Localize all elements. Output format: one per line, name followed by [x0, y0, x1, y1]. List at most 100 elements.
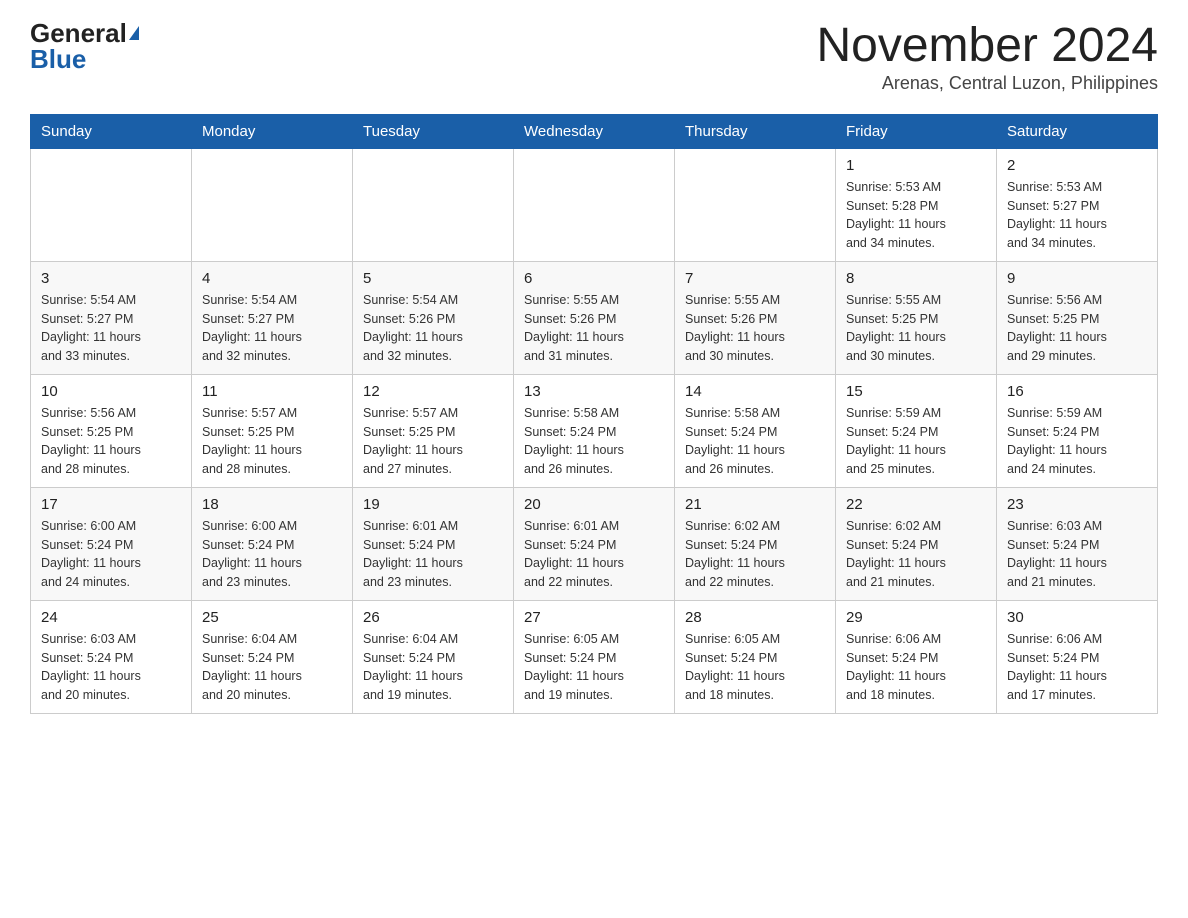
month-title: November 2024: [816, 20, 1158, 73]
calendar-cell: 17 Sunrise: 6:00 AM Sunset: 5:24 PM Dayli…: [31, 487, 192, 600]
day-info: Sunrise: 5:56 AM Sunset: 5:25 PM Dayligh…: [1007, 291, 1147, 366]
logo-triangle-icon: [129, 26, 139, 40]
calendar-cell: [192, 148, 353, 261]
day-info: Sunrise: 5:57 AM Sunset: 5:25 PM Dayligh…: [202, 404, 342, 479]
logo-blue-text: Blue: [30, 46, 86, 72]
day-number: 25: [202, 609, 342, 626]
calendar-cell: 29 Sunrise: 6:06 AM Sunset: 5:24 PM Dayli…: [836, 600, 997, 713]
day-number: 23: [1007, 496, 1147, 513]
day-info: Sunrise: 5:57 AM Sunset: 5:25 PM Dayligh…: [363, 404, 503, 479]
title-block: November 2024 Arenas, Central Luzon, Phi…: [816, 20, 1158, 94]
logo: General Blue: [30, 20, 139, 72]
day-info: Sunrise: 6:06 AM Sunset: 5:24 PM Dayligh…: [1007, 630, 1147, 705]
calendar-week-row: 1Sunrise: 5:53 AM Sunset: 5:28 PM Daylig…: [31, 148, 1158, 261]
day-number: 22: [846, 496, 986, 513]
day-info: Sunrise: 6:04 AM Sunset: 5:24 PM Dayligh…: [202, 630, 342, 705]
calendar-cell: 16 Sunrise: 5:59 AM Sunset: 5:24 PM Dayli…: [997, 374, 1158, 487]
day-number: 20: [524, 496, 664, 513]
day-number: 24: [41, 609, 181, 626]
calendar-week-row: 3Sunrise: 5:54 AM Sunset: 5:27 PM Daylig…: [31, 261, 1158, 374]
calendar-header-monday: Monday: [192, 114, 353, 148]
day-number: 12: [363, 383, 503, 400]
day-info: Sunrise: 6:03 AM Sunset: 5:24 PM Dayligh…: [41, 630, 181, 705]
calendar-week-row: 24 Sunrise: 6:03 AM Sunset: 5:24 PM Dayli…: [31, 600, 1158, 713]
day-number: 11: [202, 383, 342, 400]
day-info: Sunrise: 6:01 AM Sunset: 5:24 PM Dayligh…: [363, 517, 503, 592]
day-info: Sunrise: 6:00 AM Sunset: 5:24 PM Dayligh…: [41, 517, 181, 592]
day-info: Sunrise: 6:03 AM Sunset: 5:24 PM Dayligh…: [1007, 517, 1147, 592]
calendar-cell: 6Sunrise: 5:55 AM Sunset: 5:26 PM Daylig…: [514, 261, 675, 374]
calendar-cell: 19 Sunrise: 6:01 AM Sunset: 5:24 PM Dayli…: [353, 487, 514, 600]
day-number: 18: [202, 496, 342, 513]
day-info: Sunrise: 5:59 AM Sunset: 5:24 PM Dayligh…: [1007, 404, 1147, 479]
calendar-header-thursday: Thursday: [675, 114, 836, 148]
day-info: Sunrise: 5:55 AM Sunset: 5:26 PM Dayligh…: [524, 291, 664, 366]
calendar-cell: 1Sunrise: 5:53 AM Sunset: 5:28 PM Daylig…: [836, 148, 997, 261]
day-info: Sunrise: 5:58 AM Sunset: 5:24 PM Dayligh…: [524, 404, 664, 479]
calendar-cell: 24 Sunrise: 6:03 AM Sunset: 5:24 PM Dayli…: [31, 600, 192, 713]
calendar-cell: [514, 148, 675, 261]
day-info: Sunrise: 6:02 AM Sunset: 5:24 PM Dayligh…: [846, 517, 986, 592]
day-number: 9: [1007, 270, 1147, 287]
day-number: 14: [685, 383, 825, 400]
day-number: 13: [524, 383, 664, 400]
day-info: Sunrise: 5:56 AM Sunset: 5:25 PM Dayligh…: [41, 404, 181, 479]
day-number: 7: [685, 270, 825, 287]
day-number: 1: [846, 157, 986, 174]
calendar-cell: 8Sunrise: 5:55 AM Sunset: 5:25 PM Daylig…: [836, 261, 997, 374]
calendar-header-tuesday: Tuesday: [353, 114, 514, 148]
day-info: Sunrise: 6:06 AM Sunset: 5:24 PM Dayligh…: [846, 630, 986, 705]
day-info: Sunrise: 6:05 AM Sunset: 5:24 PM Dayligh…: [524, 630, 664, 705]
calendar-cell: 26Sunrise: 6:04 AM Sunset: 5:24 PM Dayli…: [353, 600, 514, 713]
day-number: 17: [41, 496, 181, 513]
day-number: 2: [1007, 157, 1147, 174]
calendar-cell: 11 Sunrise: 5:57 AM Sunset: 5:25 PM Dayli…: [192, 374, 353, 487]
calendar-cell: 12 Sunrise: 5:57 AM Sunset: 5:25 PM Dayli…: [353, 374, 514, 487]
day-info: Sunrise: 5:55 AM Sunset: 5:25 PM Dayligh…: [846, 291, 986, 366]
day-info: Sunrise: 5:59 AM Sunset: 5:24 PM Dayligh…: [846, 404, 986, 479]
calendar-cell: 14Sunrise: 5:58 AM Sunset: 5:24 PM Dayli…: [675, 374, 836, 487]
calendar-cell: 5 Sunrise: 5:54 AM Sunset: 5:26 PM Daylig…: [353, 261, 514, 374]
calendar-cell: 30 Sunrise: 6:06 AM Sunset: 5:24 PM Dayli…: [997, 600, 1158, 713]
calendar-cell: 9 Sunrise: 5:56 AM Sunset: 5:25 PM Daylig…: [997, 261, 1158, 374]
day-number: 26: [363, 609, 503, 626]
calendar-week-row: 10Sunrise: 5:56 AM Sunset: 5:25 PM Dayli…: [31, 374, 1158, 487]
calendar-header-saturday: Saturday: [997, 114, 1158, 148]
calendar-cell: 28Sunrise: 6:05 AM Sunset: 5:24 PM Dayli…: [675, 600, 836, 713]
calendar-cell: 22 Sunrise: 6:02 AM Sunset: 5:24 PM Dayli…: [836, 487, 997, 600]
calendar-header-wednesday: Wednesday: [514, 114, 675, 148]
day-number: 29: [846, 609, 986, 626]
calendar-cell: 21Sunrise: 6:02 AM Sunset: 5:24 PM Dayli…: [675, 487, 836, 600]
calendar-cell: [31, 148, 192, 261]
day-info: Sunrise: 6:02 AM Sunset: 5:24 PM Dayligh…: [685, 517, 825, 592]
calendar-week-row: 17 Sunrise: 6:00 AM Sunset: 5:24 PM Dayli…: [31, 487, 1158, 600]
day-info: Sunrise: 5:54 AM Sunset: 5:27 PM Dayligh…: [41, 291, 181, 366]
day-info: Sunrise: 5:53 AM Sunset: 5:27 PM Dayligh…: [1007, 178, 1147, 253]
calendar-cell: 3Sunrise: 5:54 AM Sunset: 5:27 PM Daylig…: [31, 261, 192, 374]
location-text: Arenas, Central Luzon, Philippines: [816, 73, 1158, 94]
calendar-cell: 25 Sunrise: 6:04 AM Sunset: 5:24 PM Dayli…: [192, 600, 353, 713]
logo-general-text: General: [30, 20, 127, 46]
calendar-cell: 15 Sunrise: 5:59 AM Sunset: 5:24 PM Dayli…: [836, 374, 997, 487]
page-header: General Blue November 2024 Arenas, Centr…: [30, 20, 1158, 94]
calendar-cell: 27 Sunrise: 6:05 AM Sunset: 5:24 PM Dayli…: [514, 600, 675, 713]
day-number: 5: [363, 270, 503, 287]
day-number: 19: [363, 496, 503, 513]
day-info: Sunrise: 5:55 AM Sunset: 5:26 PM Dayligh…: [685, 291, 825, 366]
calendar-cell: 18 Sunrise: 6:00 AM Sunset: 5:24 PM Dayli…: [192, 487, 353, 600]
calendar-cell: 2 Sunrise: 5:53 AM Sunset: 5:27 PM Daylig…: [997, 148, 1158, 261]
calendar-cell: 10Sunrise: 5:56 AM Sunset: 5:25 PM Dayli…: [31, 374, 192, 487]
day-info: Sunrise: 5:54 AM Sunset: 5:27 PM Dayligh…: [202, 291, 342, 366]
calendar-header-sunday: Sunday: [31, 114, 192, 148]
day-number: 27: [524, 609, 664, 626]
calendar-cell: 23 Sunrise: 6:03 AM Sunset: 5:24 PM Dayli…: [997, 487, 1158, 600]
day-info: Sunrise: 6:00 AM Sunset: 5:24 PM Dayligh…: [202, 517, 342, 592]
day-number: 16: [1007, 383, 1147, 400]
calendar-cell: [353, 148, 514, 261]
day-info: Sunrise: 6:01 AM Sunset: 5:24 PM Dayligh…: [524, 517, 664, 592]
day-info: Sunrise: 5:54 AM Sunset: 5:26 PM Dayligh…: [363, 291, 503, 366]
day-number: 15: [846, 383, 986, 400]
day-number: 30: [1007, 609, 1147, 626]
calendar-header-friday: Friday: [836, 114, 997, 148]
calendar-cell: [675, 148, 836, 261]
